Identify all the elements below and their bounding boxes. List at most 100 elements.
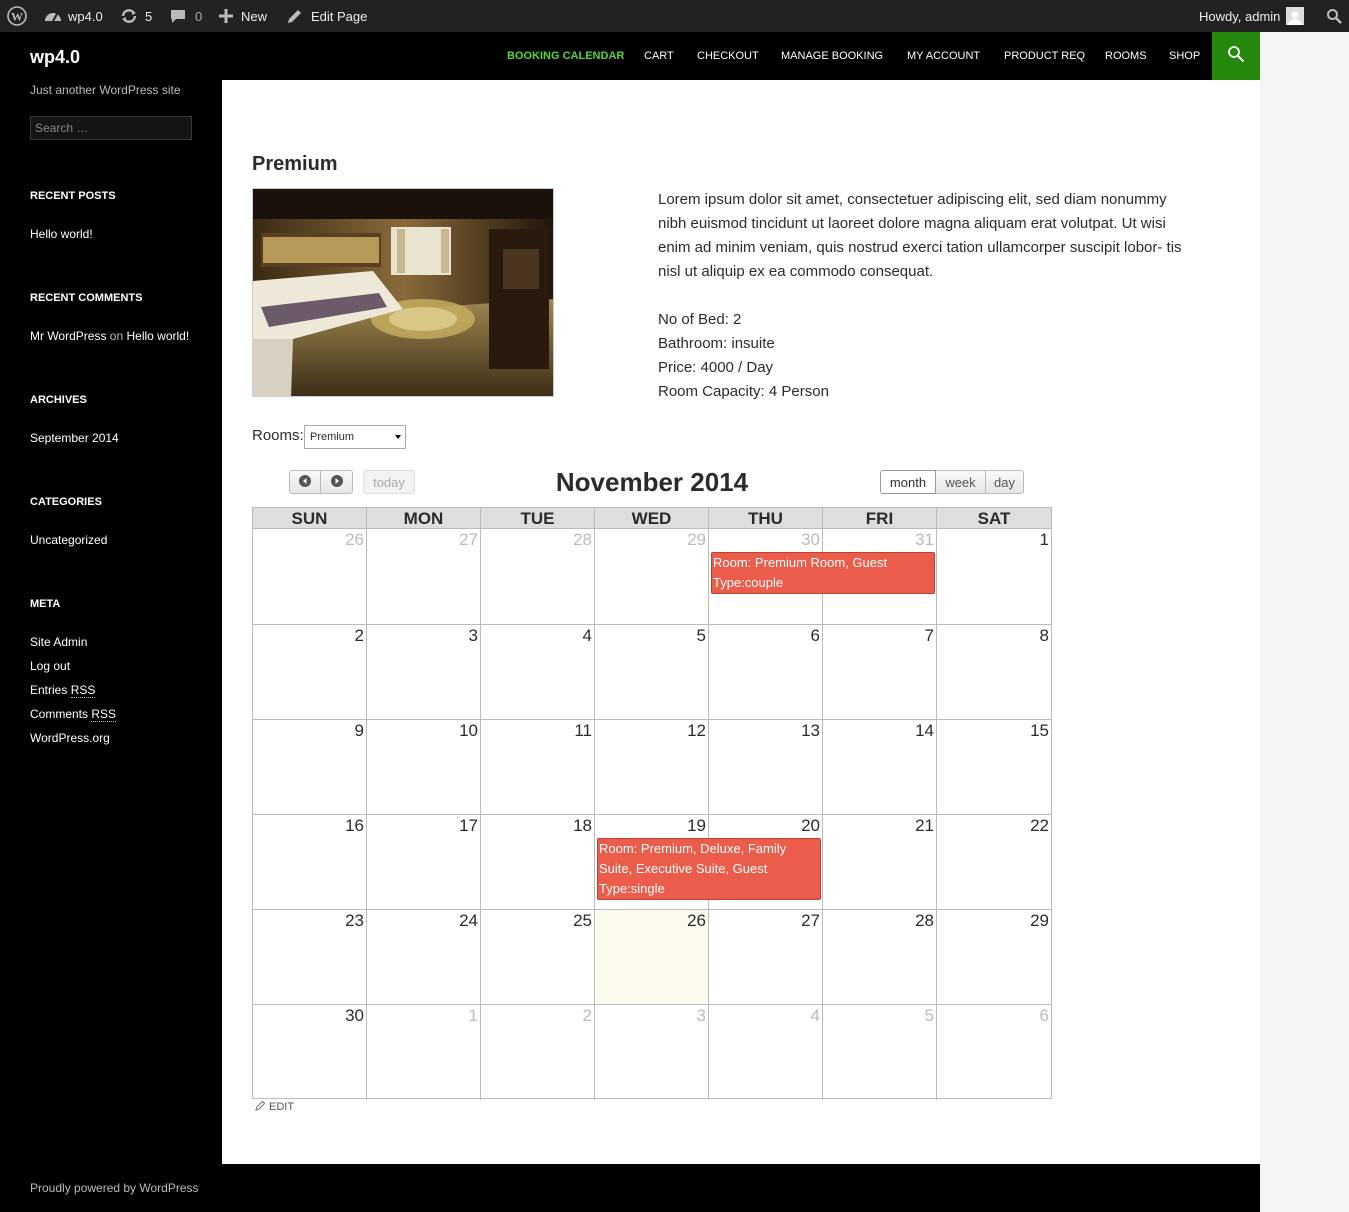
- calendar-day[interactable]: 14: [823, 720, 937, 815]
- booking-event[interactable]: Room: Premium, Deluxe, Family Suite, Exe…: [597, 838, 821, 900]
- adminbar-search-icon[interactable]: [1326, 0, 1342, 32]
- edit-link[interactable]: EDIT: [255, 1100, 294, 1114]
- next-month-button[interactable]: [321, 470, 353, 494]
- recent-post-link[interactable]: Hello world!: [30, 227, 93, 241]
- nav-item-manage-booking[interactable]: MANAGE BOOKING: [781, 32, 883, 80]
- page-title: Premium: [252, 153, 338, 175]
- calendar-day[interactable]: 1: [937, 529, 1051, 625]
- comment-author-link[interactable]: Mr WordPress: [30, 329, 106, 343]
- room-photo: [252, 188, 554, 397]
- calendar-day[interactable]: 3: [595, 1005, 709, 1100]
- calendar-day[interactable]: 1: [367, 1005, 481, 1100]
- nav-item-booking-calendar[interactable]: BOOKING CALENDAR: [507, 32, 624, 80]
- calendar-day[interactable]: 22: [937, 815, 1051, 910]
- calendar-day[interactable]: 4: [709, 1005, 823, 1100]
- day-number: 13: [801, 721, 820, 740]
- updates-menu[interactable]: 5: [120, 0, 152, 32]
- day-number: 31: [915, 530, 934, 549]
- calendar-day-today[interactable]: 26: [595, 910, 709, 1005]
- calendar-day[interactable]: 11: [481, 720, 595, 815]
- day-number: 2: [354, 626, 364, 645]
- calendar-day[interactable]: 3: [367, 625, 481, 720]
- recent-posts-title: RECENT POSTS: [30, 190, 116, 202]
- nav-item-shop[interactable]: SHOP: [1169, 32, 1200, 80]
- calendar-day[interactable]: 30: [253, 1005, 367, 1100]
- calendar-day[interactable]: 21: [823, 815, 937, 910]
- calendar-day[interactable]: 6: [709, 625, 823, 720]
- svg-text:W: W: [11, 10, 23, 24]
- day-number: 3: [468, 626, 478, 645]
- main-content: Premium Lorem ipsum dolor sit amet, cons…: [222, 80, 1260, 1164]
- comments-menu[interactable]: 0: [170, 0, 202, 32]
- day-number: 29: [1030, 911, 1049, 930]
- site-name-menu[interactable]: wp4.0: [44, 0, 103, 32]
- calendar-day[interactable]: 17: [367, 815, 481, 910]
- calendar-day[interactable]: 27: [367, 529, 481, 625]
- calendar-day[interactable]: 5: [595, 625, 709, 720]
- calendar-day[interactable]: 15: [937, 720, 1051, 815]
- calendar-day[interactable]: 2: [253, 625, 367, 720]
- calendar-day[interactable]: 27: [709, 910, 823, 1005]
- search-input[interactable]: Search …: [30, 116, 192, 140]
- site-title[interactable]: wp4.0: [30, 47, 80, 68]
- calendar-day[interactable]: 29: [595, 529, 709, 625]
- calendar-day[interactable]: 6: [937, 1005, 1051, 1100]
- calendar-day[interactable]: 4: [481, 625, 595, 720]
- calendar-day[interactable]: 25: [481, 910, 595, 1005]
- new-content-menu[interactable]: New: [219, 0, 267, 32]
- calendar-day[interactable]: 9: [253, 720, 367, 815]
- log-out-link[interactable]: Log out: [30, 659, 70, 673]
- calendar-day[interactable]: 24: [367, 910, 481, 1005]
- site-admin-link[interactable]: Site Admin: [30, 635, 87, 649]
- calendar-day[interactable]: 16: [253, 815, 367, 910]
- calendar-day[interactable]: 5: [823, 1005, 937, 1100]
- wordpress-logo-icon[interactable]: W: [7, 0, 27, 32]
- my-account-menu[interactable]: Howdy, admin: [1199, 0, 1305, 32]
- day-number: 26: [345, 530, 364, 549]
- day-number: 26: [687, 911, 706, 930]
- week-view-button[interactable]: week: [936, 470, 986, 494]
- day-number: 11: [574, 721, 592, 740]
- day-view-button[interactable]: day: [986, 470, 1024, 494]
- wordpress-org-link[interactable]: WordPress.org: [30, 731, 110, 745]
- booking-event[interactable]: Room: Premium Room, Guest Type:couple: [711, 552, 935, 594]
- calendar-day[interactable]: 28: [823, 910, 937, 1005]
- nav-item-cart[interactable]: CART: [644, 32, 674, 80]
- entries-label: Entries: [30, 683, 68, 697]
- header-search-toggle[interactable]: [1212, 32, 1260, 80]
- footer-credit-link[interactable]: Proudly powered by WordPress: [30, 1181, 199, 1195]
- edit-page-link[interactable]: Edit Page: [287, 0, 367, 32]
- rooms-select-value: Premium: [310, 431, 355, 443]
- rooms-select[interactable]: Premium: [304, 425, 406, 449]
- pencil-icon: [255, 1100, 266, 1114]
- calendar-day[interactable]: 18: [481, 815, 595, 910]
- nav-item-product-req[interactable]: PRODUCT REQ: [1004, 32, 1085, 80]
- chevron-right-icon: [330, 474, 343, 490]
- calendar-day[interactable]: 23: [253, 910, 367, 1005]
- day-number: 27: [459, 530, 478, 549]
- day-number: 1: [1039, 530, 1049, 549]
- month-view-button[interactable]: month: [880, 470, 936, 494]
- nav-item-checkout[interactable]: CHECKOUT: [697, 32, 759, 80]
- calendar-day[interactable]: 7: [823, 625, 937, 720]
- prev-month-button[interactable]: [289, 470, 321, 494]
- nav-item-my-account[interactable]: MY ACCOUNT: [907, 32, 980, 80]
- today-button[interactable]: today: [363, 470, 415, 494]
- calendar-day[interactable]: 12: [595, 720, 709, 815]
- entries-rss-link[interactable]: Entries RSS: [30, 683, 96, 698]
- calendar-day[interactable]: 2: [481, 1005, 595, 1100]
- comments-count: 0: [195, 8, 203, 24]
- archive-link[interactable]: September 2014: [30, 431, 119, 445]
- site-footer: Proudly powered by WordPress: [0, 1164, 1260, 1212]
- calendar-day[interactable]: 10: [367, 720, 481, 815]
- calendar-day[interactable]: 13: [709, 720, 823, 815]
- comments-rss-link[interactable]: Comments RSS: [30, 707, 117, 722]
- comment-post-link[interactable]: Hello world!: [127, 329, 190, 343]
- calendar-day[interactable]: 28: [481, 529, 595, 625]
- category-link[interactable]: Uncategorized: [30, 533, 107, 547]
- day-number: 20: [801, 816, 820, 835]
- nav-item-rooms[interactable]: ROOMS: [1105, 32, 1147, 80]
- calendar-day[interactable]: 29: [937, 910, 1051, 1005]
- calendar-day[interactable]: 26: [253, 529, 367, 625]
- calendar-day[interactable]: 8: [937, 625, 1051, 720]
